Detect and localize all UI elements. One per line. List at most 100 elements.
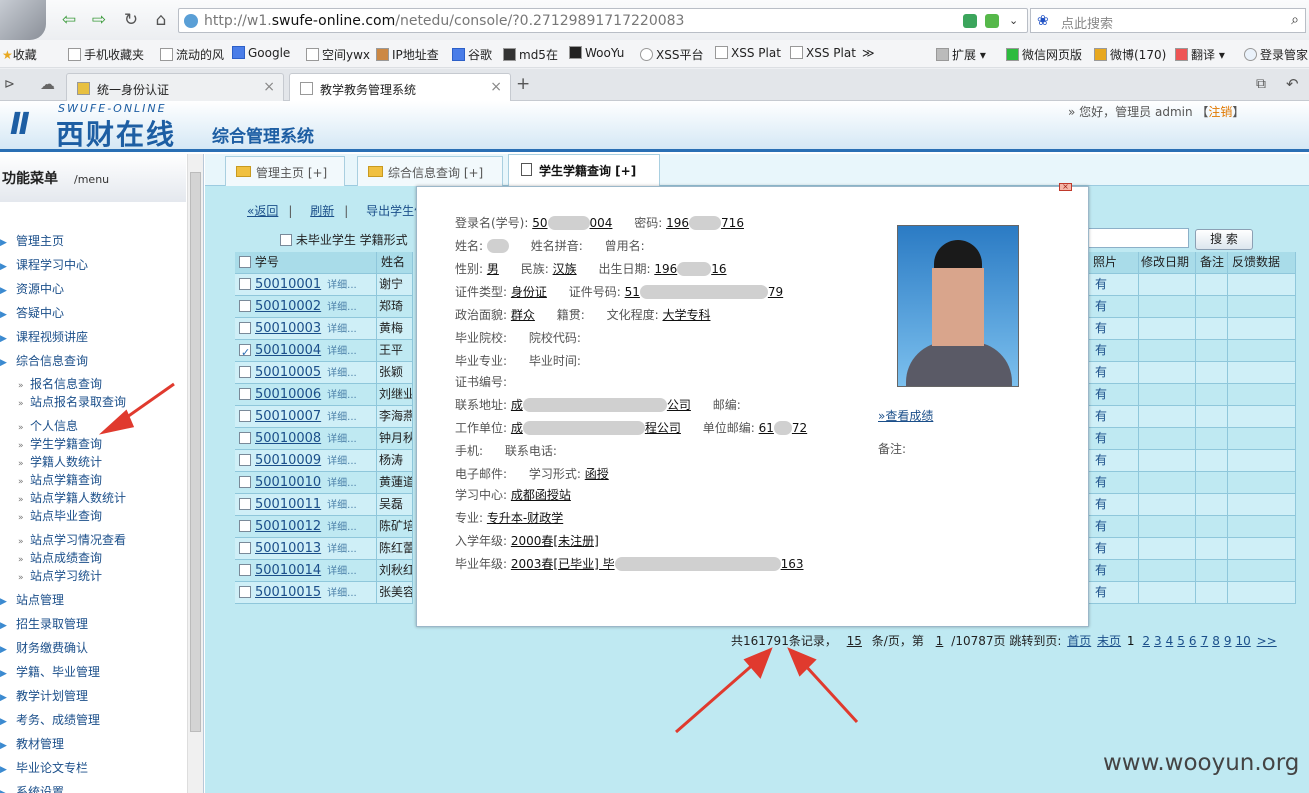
search-input[interactable] xyxy=(1085,228,1189,248)
per-page-input[interactable]: 15 xyxy=(841,634,868,648)
page-link[interactable]: 4 xyxy=(1166,634,1174,648)
detail-link[interactable]: 详细... xyxy=(327,500,357,511)
sidebar-item[interactable]: » 学生学籍查询 xyxy=(18,435,102,452)
bookmark-item[interactable]: XSS Plat xyxy=(715,46,781,60)
sidebar-item[interactable]: ▶ 课程学习中心 xyxy=(0,256,88,273)
sidebar-item[interactable]: » 站点学籍查询 xyxy=(18,471,102,488)
bookmark-item[interactable]: WooYu xyxy=(569,46,624,60)
student-id-link[interactable]: 50010010 xyxy=(255,475,321,490)
sidebar-item[interactable]: ▶ 答疑中心 xyxy=(0,304,64,321)
sidebar-item[interactable]: ▶ 教学计划管理 xyxy=(0,687,88,704)
row-checkbox[interactable] xyxy=(239,342,251,361)
bookmark-item[interactable]: 手机收藏夹 xyxy=(68,46,144,63)
detail-link[interactable]: 详细... xyxy=(327,390,357,401)
sidebar-item[interactable]: ▶ 教材管理 xyxy=(0,735,64,752)
sidebar-item[interactable]: ▶ 毕业论文专栏 xyxy=(0,759,88,776)
browser-search-box[interactable]: ❀ 点此搜索 ⌕ xyxy=(1030,8,1306,33)
last-page-link[interactable]: 末页 xyxy=(1097,634,1121,648)
bookmark-item[interactable]: 谷歌 xyxy=(452,46,492,63)
sidebar-item[interactable]: » 个人信息 xyxy=(18,417,78,434)
chevron-down-icon[interactable]: ⌄ xyxy=(1009,14,1023,28)
bookmark-favorites[interactable]: ★收藏 xyxy=(2,46,37,63)
next-pages-link[interactable]: >> xyxy=(1257,634,1277,648)
student-id-link[interactable]: 50010015 xyxy=(255,585,321,600)
close-icon[interactable]: × xyxy=(263,79,275,95)
sidebar-toggle-icon[interactable]: ⊳ xyxy=(4,77,15,92)
row-checkbox[interactable] xyxy=(239,476,251,488)
detail-link[interactable]: 详细... xyxy=(327,522,357,533)
student-id-link[interactable]: 50010007 xyxy=(255,409,321,424)
row-checkbox[interactable] xyxy=(239,278,251,290)
sidebar-item[interactable]: » 站点毕业查询 xyxy=(18,507,102,524)
student-id-link[interactable]: 50010001 xyxy=(255,277,321,292)
new-tab-button[interactable]: + xyxy=(516,74,530,94)
undo-icon[interactable]: ↶ xyxy=(1286,75,1299,93)
search-icon[interactable]: ⌕ xyxy=(1291,12,1299,28)
tab-home[interactable]: 管理主页 [+] xyxy=(225,156,345,186)
row-checkbox[interactable] xyxy=(239,454,251,466)
ungraduated-checkbox[interactable] xyxy=(280,234,292,246)
browser-tab-active[interactable]: 教学教务管理系统 × xyxy=(289,73,511,102)
detail-link[interactable]: 详细... xyxy=(327,368,357,379)
sidebar-item[interactable]: » 站点报名录取查询 xyxy=(18,393,126,410)
tab-info-query[interactable]: 综合信息查询 [+] xyxy=(357,156,503,186)
reload-icon[interactable]: ↻ xyxy=(120,9,142,31)
student-id-link[interactable]: 50010013 xyxy=(255,541,321,556)
detail-link[interactable]: 详细... xyxy=(327,544,357,555)
bookmark-item[interactable]: XSS Plat xyxy=(790,46,856,60)
sidebar-item[interactable]: ▶ 学籍、毕业管理 xyxy=(0,663,100,680)
student-id-link[interactable]: 50010014 xyxy=(255,563,321,578)
sidebar-item[interactable]: ▶系统设置 xyxy=(0,783,64,793)
back-link[interactable]: «返回 xyxy=(247,204,278,218)
detail-link[interactable]: 详细... xyxy=(327,302,357,313)
back-arrow-icon[interactable]: ⇦ xyxy=(58,9,80,31)
row-checkbox[interactable] xyxy=(239,366,251,378)
detail-link[interactable]: 详细... xyxy=(327,324,357,335)
speed-mode-icon[interactable] xyxy=(985,14,999,28)
row-checkbox[interactable] xyxy=(239,564,251,576)
student-id-link[interactable]: 50010004 xyxy=(255,343,321,358)
student-id-link[interactable]: 50010008 xyxy=(255,431,321,446)
select-all-checkbox[interactable] xyxy=(239,256,251,268)
page-link[interactable]: 5 xyxy=(1177,634,1185,648)
student-id-link[interactable]: 50010012 xyxy=(255,519,321,534)
sidebar-item[interactable]: » 学籍人数统计 xyxy=(18,453,102,470)
sidebar-item[interactable]: ▶ 财务缴费确认 xyxy=(0,639,88,656)
page-link[interactable]: 7 xyxy=(1201,634,1209,648)
bookmark-item[interactable]: 微博(170) xyxy=(1094,46,1166,63)
student-id-link[interactable]: 50010003 xyxy=(255,321,321,336)
sidebar-item[interactable]: » 站点学习情况查看 xyxy=(18,531,126,548)
page-input[interactable]: 1 xyxy=(928,634,952,648)
sidebar-item[interactable]: » 报名信息查询 xyxy=(18,375,102,392)
extensions-button[interactable]: 扩展 ▾ xyxy=(936,46,986,63)
detail-link[interactable]: 详细... xyxy=(327,478,357,489)
detail-link[interactable]: 详细... xyxy=(327,346,357,357)
sidebar-item[interactable]: ▶ 资源中心 xyxy=(0,280,64,297)
forward-arrow-icon[interactable]: ⇨ xyxy=(88,9,110,31)
view-scores-link[interactable]: »查看成绩 xyxy=(878,407,933,424)
logout-link[interactable]: 注销 xyxy=(1208,105,1232,119)
tab-list-icon[interactable]: ⧉ xyxy=(1256,76,1266,92)
menu-scrollbar[interactable] xyxy=(187,154,203,793)
row-checkbox[interactable] xyxy=(239,410,251,422)
close-icon[interactable]: × xyxy=(490,79,502,95)
student-id-link[interactable]: 50010005 xyxy=(255,365,321,380)
row-checkbox[interactable] xyxy=(239,388,251,400)
translate-button[interactable]: 翻译 ▾ xyxy=(1175,46,1225,63)
bookmark-item[interactable]: 流动的风 xyxy=(160,46,224,63)
detail-link[interactable]: 详细... xyxy=(327,434,357,445)
close-icon[interactable]: × xyxy=(1059,183,1072,191)
page-link[interactable]: 2 xyxy=(1142,634,1150,648)
bookmark-item[interactable]: 微信网页版 xyxy=(1006,46,1082,63)
bookmark-item[interactable]: XSS平台 xyxy=(640,46,703,63)
bookmark-item[interactable]: IP地址查 xyxy=(376,46,439,63)
student-id-link[interactable]: 50010011 xyxy=(255,497,321,512)
row-checkbox[interactable] xyxy=(239,300,251,312)
sidebar-item[interactable]: ▶ 招生录取管理 xyxy=(0,615,88,632)
bookmarks-overflow[interactable]: ≫ xyxy=(862,46,875,60)
sidebar-item[interactable]: ▶ 站点管理 xyxy=(0,591,64,608)
search-button[interactable]: 搜 索 xyxy=(1195,229,1253,250)
sidebar-item[interactable]: » 站点学习统计 xyxy=(18,567,102,584)
bookmark-item[interactable]: md5在 xyxy=(503,46,558,63)
refresh-link[interactable]: 刷新 xyxy=(310,204,334,218)
